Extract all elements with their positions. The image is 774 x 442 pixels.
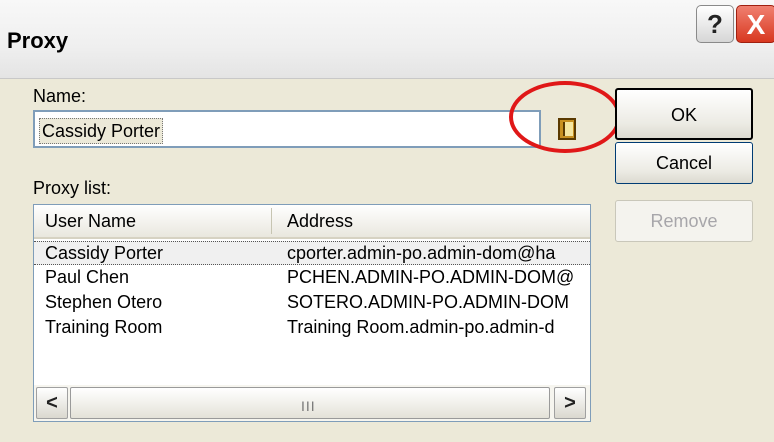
address-cell: cporter.admin-po.admin-dom@ha	[287, 243, 556, 263]
list-item[interactable]: Paul Chen PCHEN.ADMIN-PO.ADMIN-DOM@	[34, 266, 590, 290]
proxy-dialog: Proxy ? X Name: Cassidy Porter OK Cancel…	[0, 0, 774, 442]
help-icon: ?	[707, 9, 723, 39]
remove-button[interactable]: Remove	[615, 200, 753, 242]
close-button[interactable]: X	[736, 5, 774, 43]
close-icon: X	[746, 9, 766, 40]
list-item[interactable]: Cassidy Porter cporter.admin-po.admin-do…	[34, 241, 590, 265]
user-name-cell: Training Room	[45, 317, 163, 337]
help-button[interactable]: ?	[696, 5, 734, 43]
user-name-cell: Paul Chen	[45, 267, 130, 287]
list-item[interactable]: Stephen Otero SOTERO.ADMIN-PO.ADMIN-DOM	[34, 291, 590, 315]
ok-button[interactable]: OK	[615, 88, 753, 140]
address-cell: SOTERO.ADMIN-PO.ADMIN-DOM	[287, 292, 569, 312]
user-name-cell: Stephen Otero	[45, 292, 163, 312]
name-field[interactable]: Cassidy Porter	[33, 110, 541, 148]
name-value: Cassidy Porter	[39, 118, 164, 144]
window-title: Proxy	[7, 28, 69, 53]
address-cell: Training Room.admin-po.admin-d	[287, 317, 555, 337]
scroll-left-button[interactable]: <	[36, 387, 68, 419]
column-divider[interactable]	[271, 208, 272, 234]
user-name-cell: Cassidy Porter	[45, 243, 164, 263]
proxy-list-label: Proxy list:	[33, 178, 112, 198]
highlight-circle	[509, 81, 621, 153]
name-label: Name:	[33, 86, 87, 106]
scrollbar-thumb[interactable]: III	[70, 387, 550, 419]
column-header-user-name[interactable]: User Name	[45, 211, 136, 232]
scrollbar-grip-icon: III	[301, 398, 316, 414]
list-header: User Name Address	[34, 205, 590, 239]
horizontal-scrollbar[interactable]: < III >	[34, 385, 590, 421]
scroll-right-button[interactable]: >	[554, 387, 586, 419]
cancel-button[interactable]: Cancel	[615, 142, 753, 184]
address-cell: PCHEN.ADMIN-PO.ADMIN-DOM@	[287, 267, 575, 287]
proxy-list[interactable]: User Name Address Cassidy Porter cporter…	[33, 204, 591, 422]
title-bar: Proxy ? X	[0, 0, 774, 79]
column-header-address[interactable]: Address	[287, 211, 353, 232]
list-item[interactable]: Training Room Training Room.admin-po.adm…	[34, 316, 590, 340]
